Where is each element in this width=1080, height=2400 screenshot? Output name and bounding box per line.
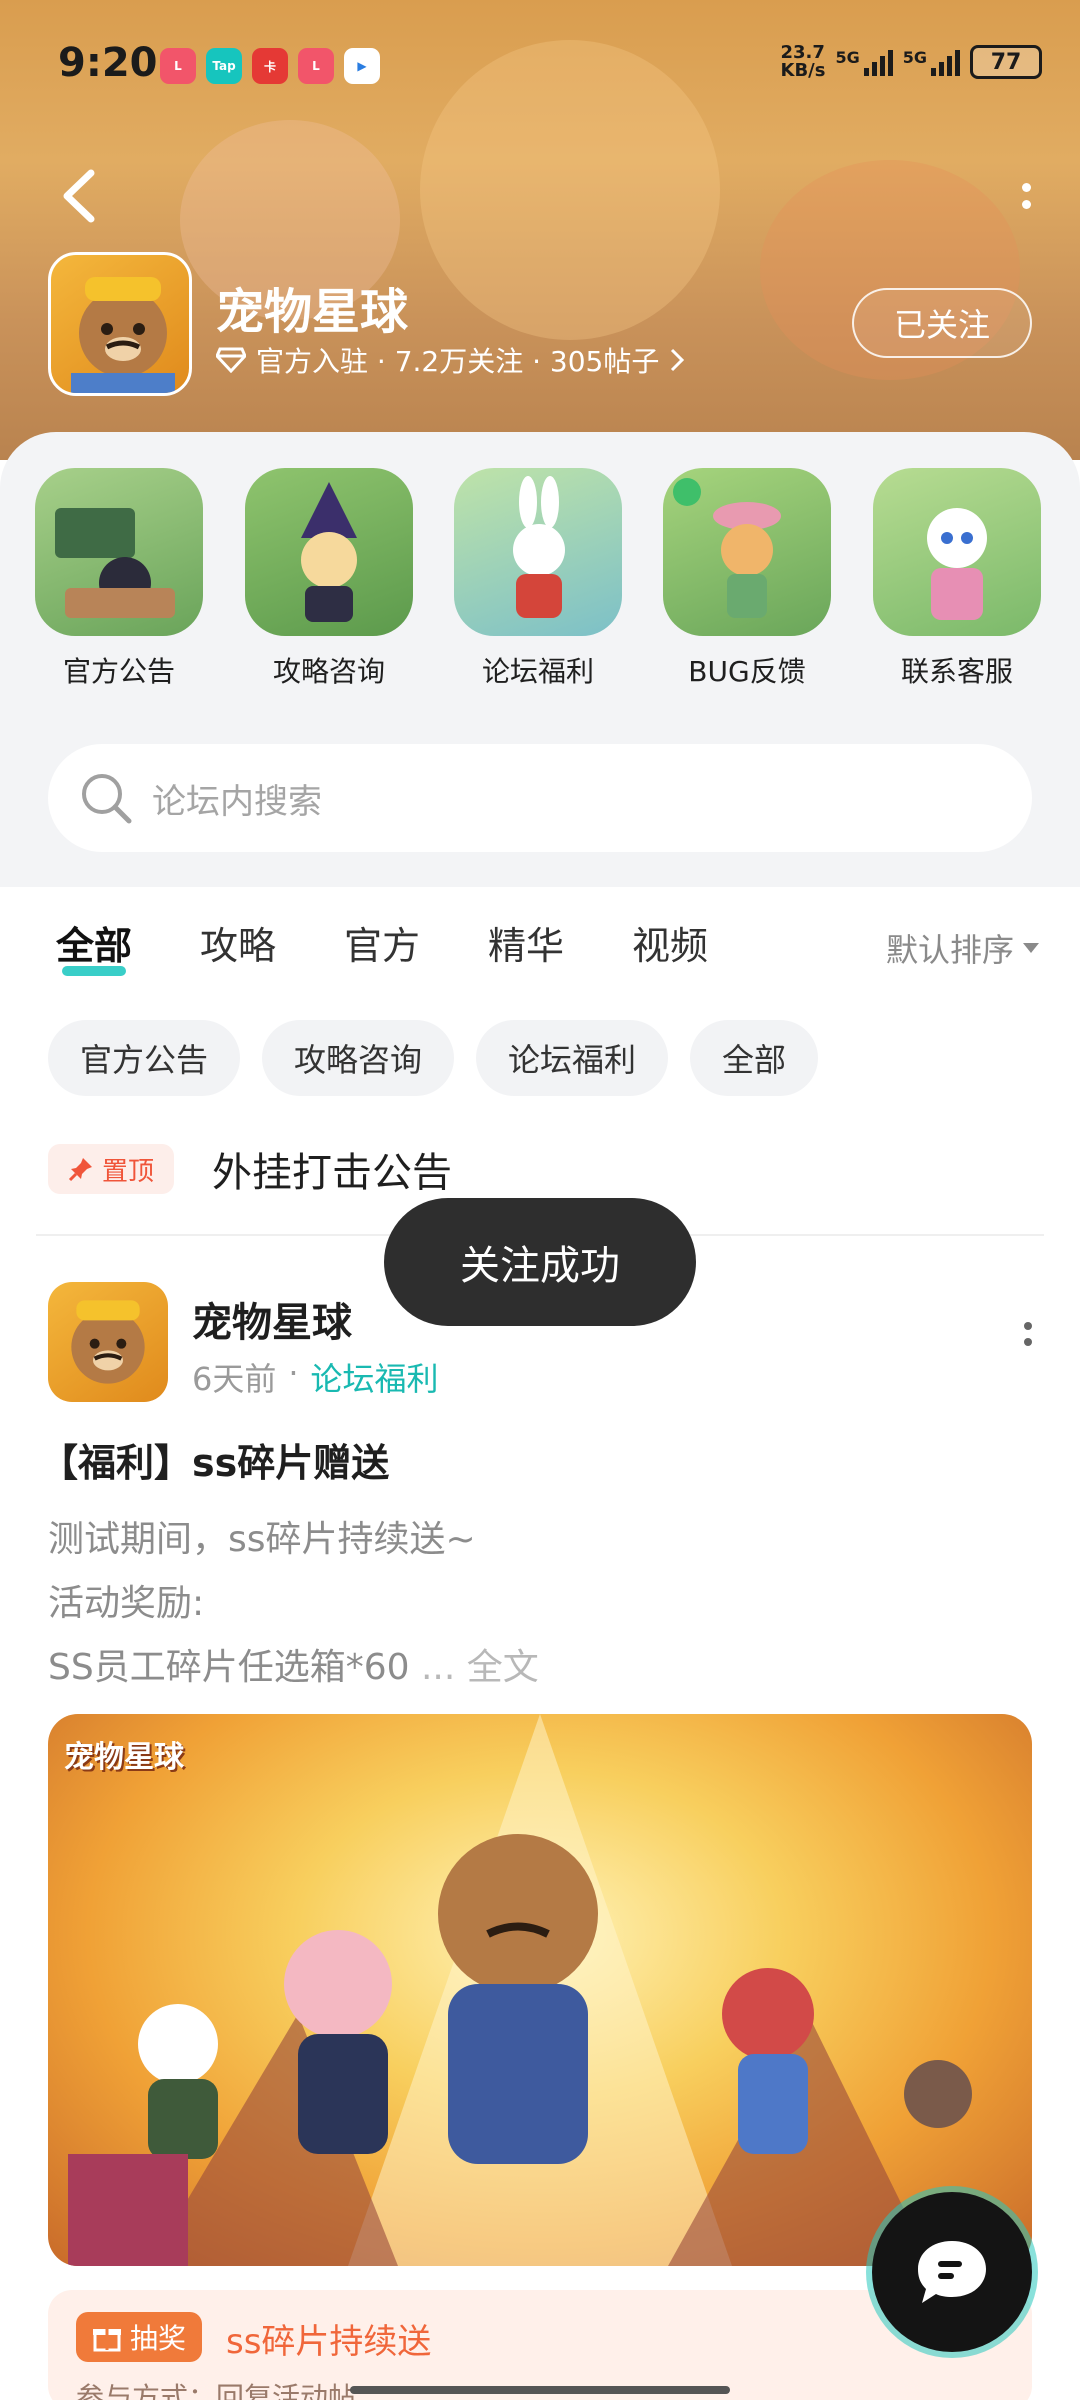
shortcut-bug-report[interactable]: BUG反馈 — [662, 468, 832, 690]
pin-icon — [68, 1158, 92, 1182]
chat-fab[interactable] — [872, 2192, 1032, 2352]
shortcut-guide-consult[interactable]: 攻略咨询 — [244, 468, 414, 690]
more-options-button[interactable] — [1006, 166, 1046, 226]
signal-icon: 5G — [835, 48, 893, 76]
forum-meta[interactable]: 官方入驻 · 7.2万关注 · 305帖子 — [216, 340, 685, 380]
dot-icon — [1021, 183, 1031, 192]
follow-button[interactable]: 已关注 — [852, 288, 1032, 358]
search-icon — [82, 774, 132, 824]
post-category[interactable]: 论坛福利 — [311, 1354, 439, 1400]
notification-app-icon: Tap — [206, 48, 242, 84]
tab-all[interactable]: 全部 — [56, 915, 132, 976]
quick-access-panel: 官方公告 攻略咨询 论坛福利 BUG反馈 联系客服 论坛内搜索 — [0, 432, 1080, 887]
back-button[interactable] — [54, 166, 104, 226]
clock: 9:20 — [58, 40, 158, 86]
lottery-subtitle: 参与方式：回复活动帖 — [76, 2381, 357, 2400]
rabbit-character-icon — [454, 468, 622, 636]
home-indicator[interactable] — [350, 2386, 730, 2394]
lottery-title: ss碎片持续送 — [226, 2322, 432, 2362]
bear-mascot-icon — [71, 277, 175, 393]
category-chips: 官方公告 攻略咨询 论坛福利 全部 — [48, 1020, 819, 1096]
dot-icon — [1024, 1322, 1032, 1330]
game-banner-illustration — [68, 1714, 972, 2266]
shortcut-customer-service[interactable]: 联系客服 — [872, 468, 1042, 690]
pinned-post[interactable]: 置顶 外挂打击公告 — [48, 1140, 452, 1198]
post-body[interactable]: 测试期间，ss碎片持续送~ 活动奖励: SS员工碎片任选箱*60 ... 全文 — [48, 1508, 539, 1700]
diamond-icon — [216, 347, 246, 373]
dot-icon — [1024, 1338, 1032, 1346]
status-indicators: 23.7 KB/s 5G 5G 77 — [780, 42, 1042, 81]
toast-message: 关注成功 — [384, 1198, 696, 1326]
chip-all[interactable]: 全部 — [690, 1020, 819, 1096]
status-bar: 9:20 L Tap 卡 L ▶ 23.7 KB/s 5G 5G 77 — [0, 0, 1080, 130]
forum-logo — [48, 252, 192, 396]
chevron-right-icon — [671, 348, 685, 372]
chat-bubble-icon — [918, 2241, 986, 2303]
author-avatar[interactable] — [48, 1282, 168, 1402]
chip-forum-benefits[interactable]: 论坛福利 — [476, 1020, 669, 1096]
post-time: 6天前 — [192, 1360, 277, 1398]
forum-name: 宠物星球 — [216, 284, 409, 340]
notification-app-icon: 卡 — [252, 48, 288, 84]
post-image[interactable]: 宠物星球 — [48, 1714, 1032, 2266]
net-speed: 23.7 KB/s — [780, 42, 826, 81]
notification-app-icon: ▶ — [344, 48, 380, 84]
pinned-title: 外挂打击公告 — [212, 1150, 453, 1196]
forum-header: 9:20 L Tap 卡 L ▶ 23.7 KB/s 5G 5G 77 宠物星球… — [0, 0, 1080, 460]
bear-mascot-icon — [71, 1300, 145, 1384]
forum-search[interactable]: 论坛内搜索 — [48, 744, 1032, 852]
content-tabs: 全部 攻略 官方 精华 视频 默认排序 — [0, 915, 1080, 985]
chip-guide-consult[interactable]: 攻略咨询 — [262, 1020, 455, 1096]
notification-app-icon: L — [298, 48, 334, 84]
white-cat-character-icon — [873, 468, 1041, 636]
post-title[interactable]: 【福利】ss碎片赠送 — [40, 1432, 389, 1487]
notification-app-icon: L — [160, 48, 196, 84]
chevron-left-icon — [63, 169, 95, 223]
shortcut-forum-benefits[interactable]: 论坛福利 — [453, 468, 623, 690]
gift-icon — [93, 2329, 121, 2352]
witch-character-icon — [245, 468, 413, 636]
search-placeholder: 论坛内搜索 — [152, 781, 322, 822]
tab-featured[interactable]: 精华 — [488, 915, 564, 970]
caret-down-icon — [1023, 943, 1039, 953]
post-meta: 6天前 · 论坛福利 — [192, 1354, 439, 1400]
battery-icon: 77 — [970, 45, 1042, 79]
banner-logo-text: 宠物星球 — [64, 1740, 184, 1775]
chip-official-announcement[interactable]: 官方公告 — [48, 1020, 241, 1096]
post-author[interactable]: 宠物星球 — [192, 1290, 352, 1348]
read-more-link[interactable]: ... 全文 — [421, 1647, 539, 1688]
announcement-board-icon — [35, 468, 203, 636]
tab-videos[interactable]: 视频 — [632, 915, 708, 970]
sort-dropdown[interactable]: 默认排序 — [886, 925, 1040, 971]
signal-icon: 5G — [903, 48, 960, 76]
tab-guides[interactable]: 攻略 — [200, 915, 276, 970]
post-more-button[interactable] — [1024, 1322, 1032, 1346]
tab-official[interactable]: 官方 — [344, 915, 420, 970]
cat-character-icon — [663, 468, 831, 636]
shortcut-official-announcement[interactable]: 官方公告 — [34, 468, 204, 690]
dot-icon — [1021, 200, 1031, 209]
lottery-tag: 抽奖 — [76, 2312, 203, 2362]
pinned-badge: 置顶 — [48, 1144, 175, 1194]
